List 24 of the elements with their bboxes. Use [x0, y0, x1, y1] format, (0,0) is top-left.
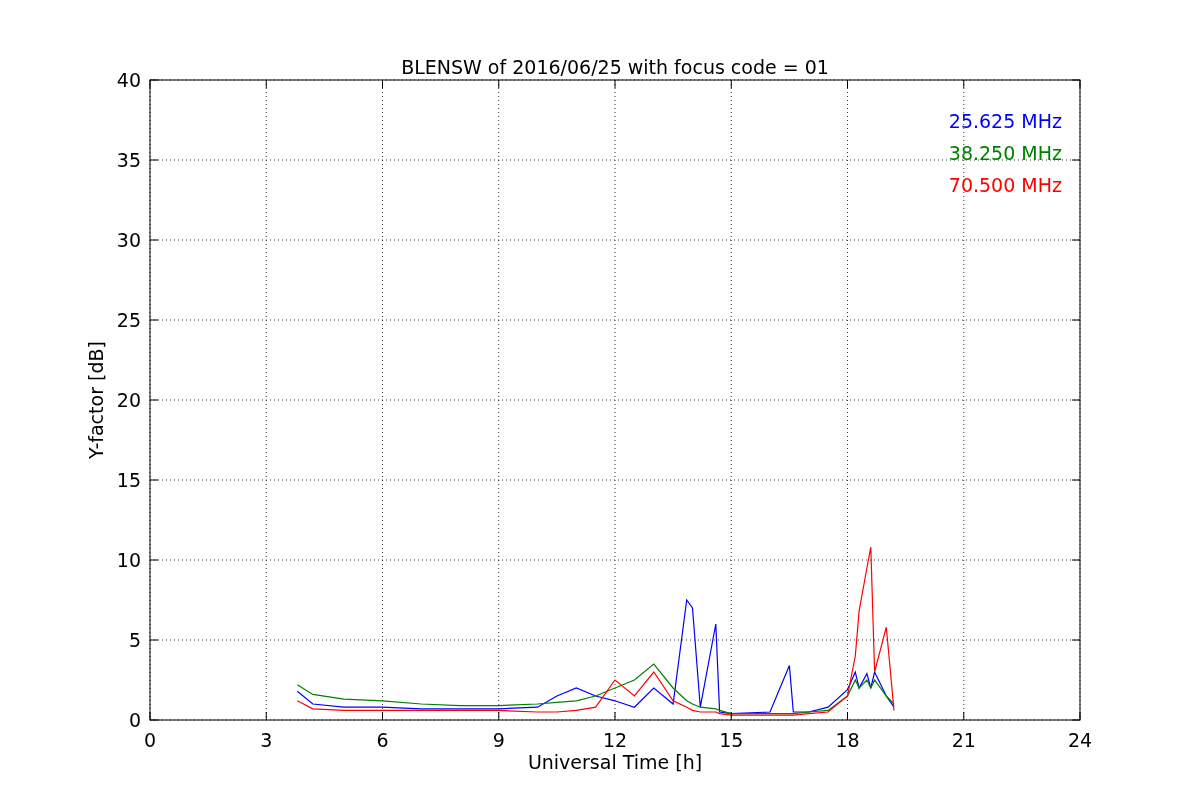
axis-label: Universal Time [h]	[527, 751, 703, 773]
tick-label: 35	[116, 149, 141, 171]
tick-label: 24	[1067, 729, 1093, 751]
legend-label: 25.625 MHz	[948, 110, 1062, 132]
tick-label: 18	[835, 729, 860, 751]
tick-label: 12	[602, 729, 628, 751]
tick-label: 10	[116, 549, 141, 571]
tick-label: 5	[128, 629, 141, 651]
tick-label: 15	[719, 729, 744, 751]
tick-label: 0	[143, 729, 157, 751]
tick-label: 30	[116, 229, 141, 251]
tick-label: 9	[492, 729, 505, 751]
tick-label: 40	[116, 69, 141, 91]
tick-label: 3	[260, 729, 273, 751]
tick-label: 20	[116, 389, 141, 411]
tick-label: 0	[128, 709, 141, 731]
tick-label: 25	[116, 309, 141, 331]
tick-label: 15	[116, 469, 141, 491]
legend-label: 70.500 MHz	[948, 174, 1062, 196]
tick-label: 21	[951, 729, 976, 751]
legend-label: 38.250 MHz	[948, 142, 1062, 164]
chart-title: BLENSW of 2016/06/25 with focus code = 01	[401, 56, 829, 78]
axis-label: Y-factor [dB]	[85, 341, 107, 459]
tick-label: 6	[376, 729, 389, 751]
